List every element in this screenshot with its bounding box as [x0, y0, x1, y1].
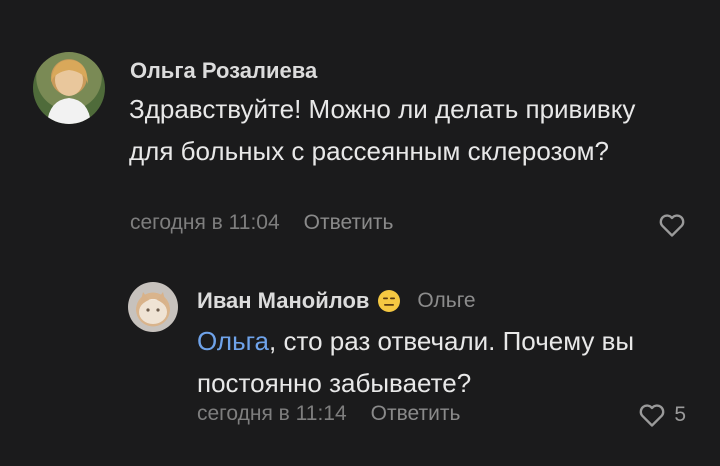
author-name[interactable]: Иван Манойлов — [197, 288, 369, 314]
like-count: 5 — [674, 403, 686, 426]
like-button[interactable] — [658, 212, 686, 238]
like-button[interactable]: 5 — [638, 402, 686, 428]
comment-meta: сегодня в 11:14 Ответить — [197, 402, 460, 426]
avatar[interactable] — [33, 52, 105, 124]
mention-link[interactable]: Ольга — [197, 326, 269, 356]
author-name[interactable]: Ольга Розалиева — [130, 58, 317, 84]
comment-text: Ольга, сто раз отвечали. Почему вы посто… — [197, 320, 677, 404]
reply-to-label[interactable]: Ольге — [417, 289, 475, 313]
avatar[interactable] — [128, 282, 178, 332]
comment-text: Здравствуйте! Можно ли делать прививку д… — [129, 94, 636, 166]
author-name-row: Иван Манойлов Ольге — [197, 288, 476, 314]
timestamp: сегодня в 11:04 — [130, 211, 280, 234]
heart-outline-icon — [659, 214, 685, 237]
comment-meta: сегодня в 11:04 Ответить — [130, 211, 393, 235]
timestamp: сегодня в 11:14 — [197, 402, 347, 425]
heart-outline-icon — [639, 404, 665, 427]
avatar-photo — [47, 60, 91, 124]
avatar-photo — [139, 292, 167, 324]
reply-button[interactable]: Ответить — [304, 211, 394, 235]
reply-button[interactable]: Ответить — [371, 402, 461, 426]
neutral-face-emoji-icon — [378, 290, 401, 312]
